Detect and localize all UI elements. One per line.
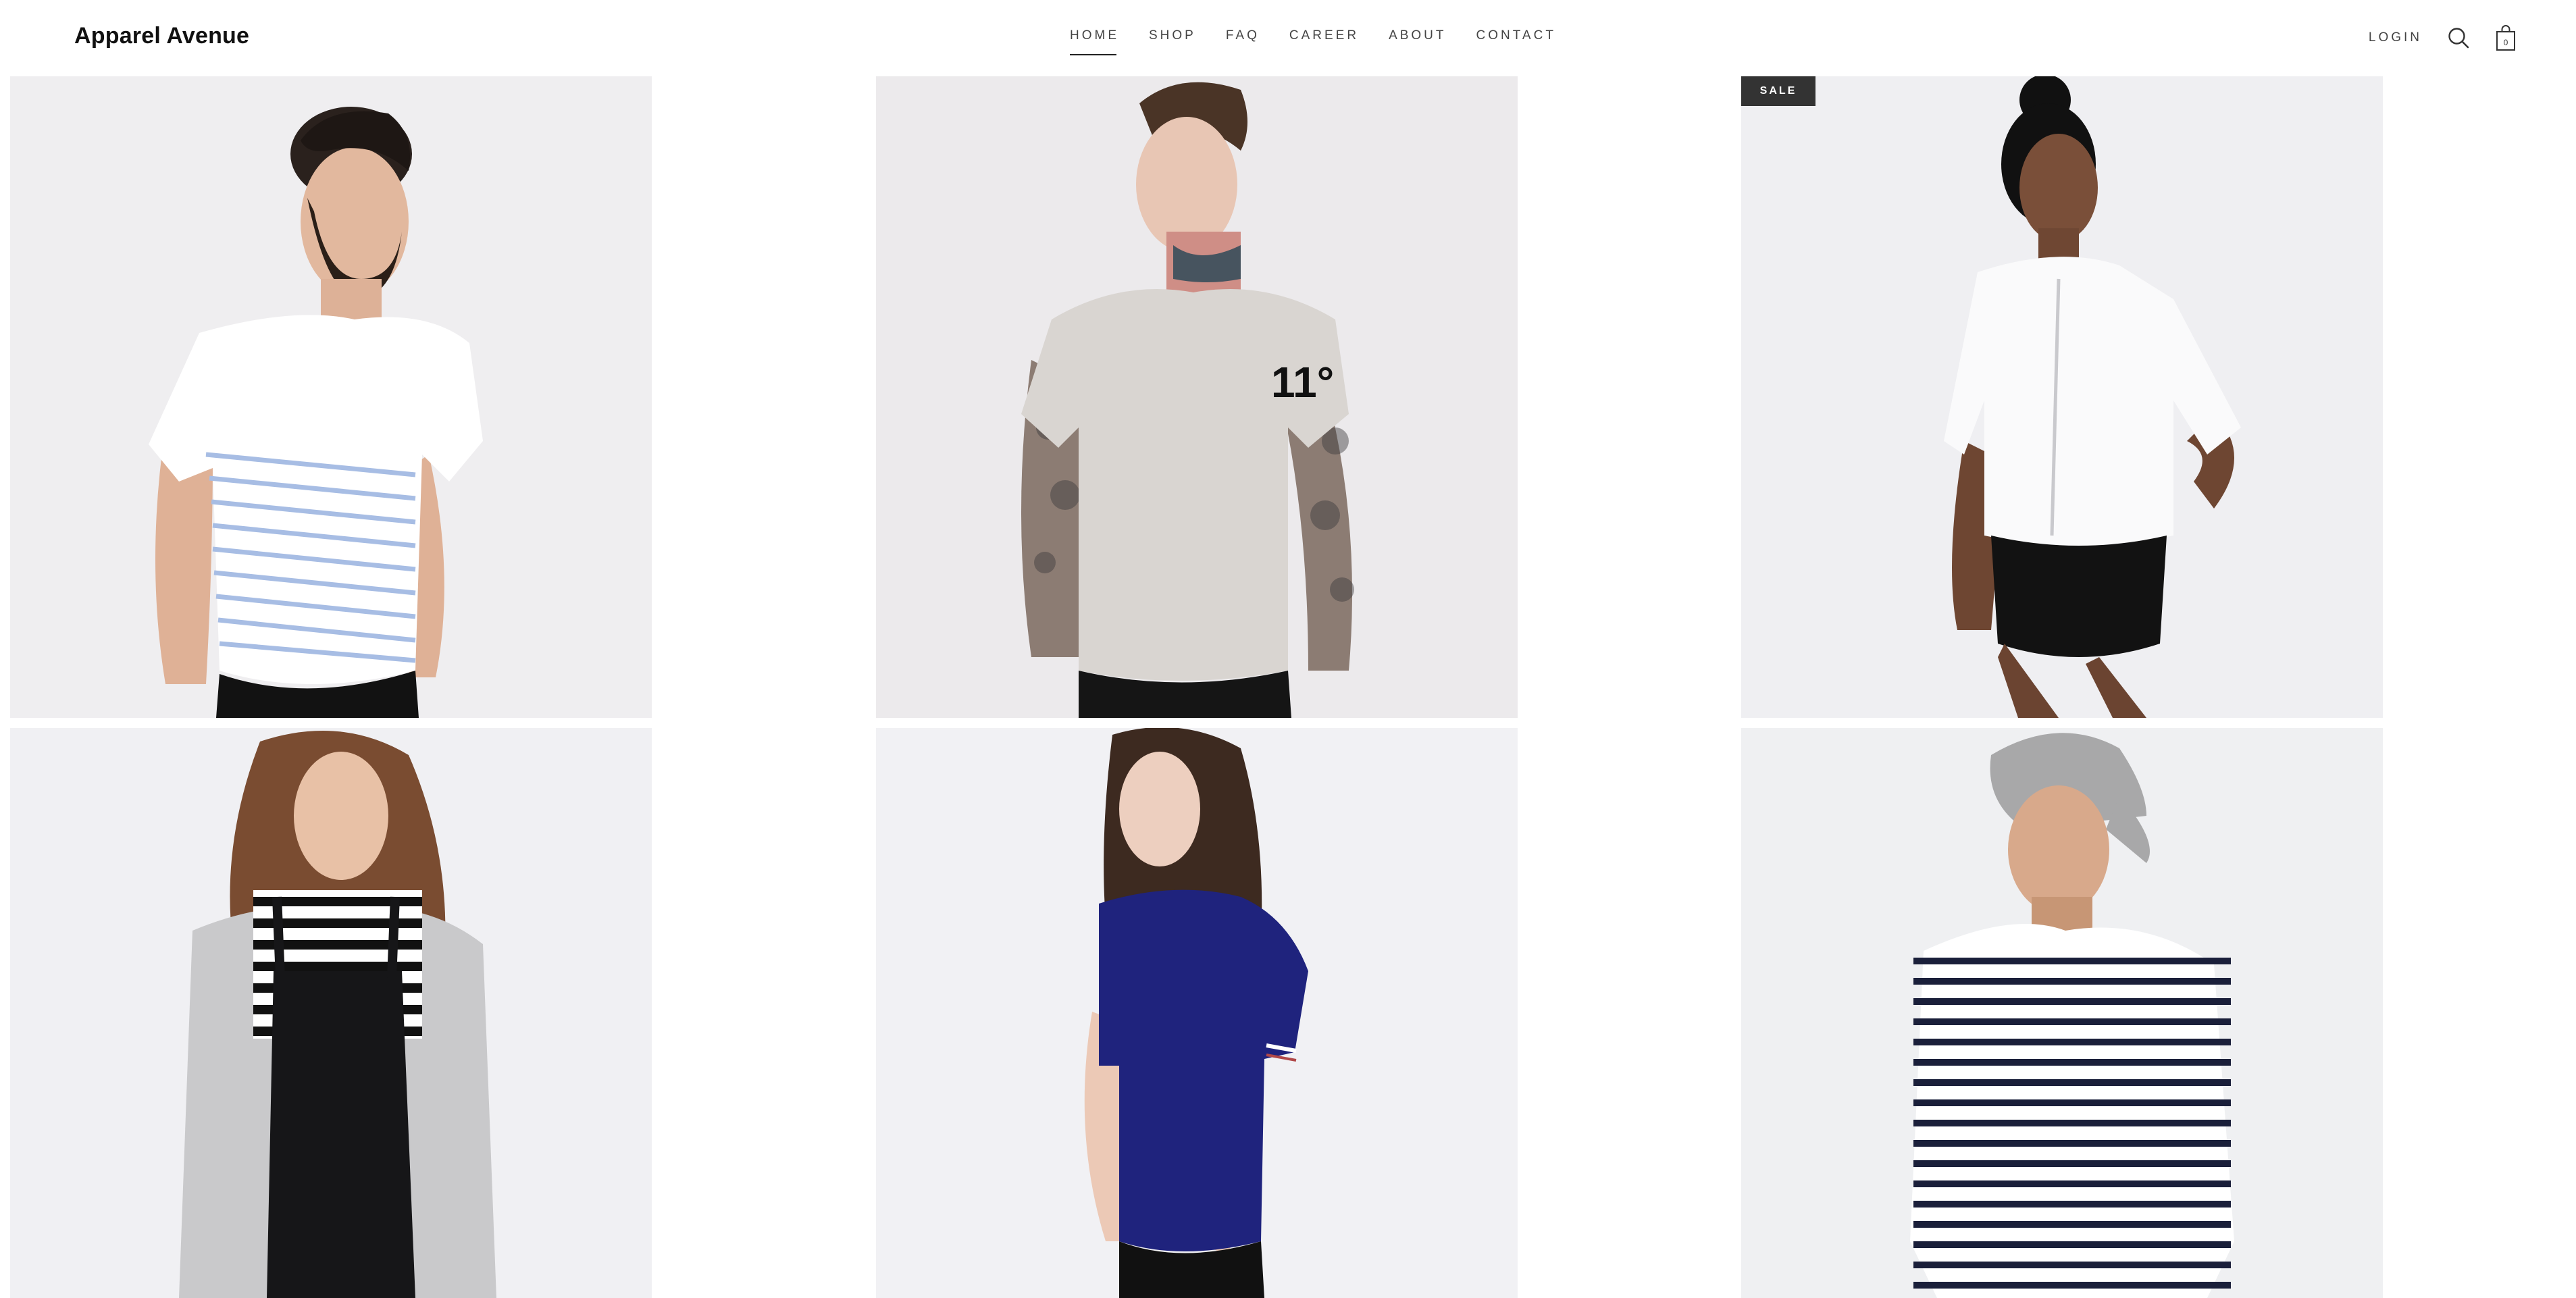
header-actions: LOGIN 0 (2369, 23, 2519, 53)
login-link[interactable]: LOGIN (2369, 30, 2422, 45)
nav-item-career[interactable]: CAREER (1289, 28, 1359, 55)
product-card[interactable] (10, 728, 652, 1298)
product-image: 11° (876, 76, 1518, 718)
product-card[interactable] (10, 76, 652, 718)
product-card[interactable] (1741, 728, 2383, 1298)
nav-item-faq[interactable]: FAQ (1226, 28, 1260, 55)
main-nav: HOME SHOP FAQ CAREER ABOUT CONTACT (1070, 28, 1586, 55)
cart-button[interactable]: 0 (2492, 23, 2519, 53)
search-icon (2448, 28, 2469, 49)
shopping-bag-icon: 0 (2496, 25, 2515, 51)
nav-item-home[interactable]: HOME (1070, 28, 1119, 55)
product-image (10, 76, 652, 718)
nav-item-about[interactable]: ABOUT (1389, 28, 1446, 55)
search-button[interactable] (2445, 23, 2472, 53)
nav-item-shop[interactable]: SHOP (1149, 28, 1196, 55)
product-card[interactable]: 11° (876, 76, 1518, 718)
svg-text:11°: 11° (1271, 358, 1334, 407)
sale-badge: SALE (1741, 76, 1815, 106)
cart-count: 0 (2504, 38, 2508, 47)
product-card[interactable]: SALE (1741, 76, 2383, 718)
nav-item-contact[interactable]: CONTACT (1476, 28, 1556, 55)
product-image (1741, 728, 2383, 1298)
brand-logo[interactable]: Apparel Avenue (74, 23, 249, 49)
site-header: Apparel Avenue HOME SHOP FAQ CAREER ABOU… (0, 0, 2576, 76)
product-image (1741, 76, 2383, 718)
product-card[interactable] (876, 728, 1518, 1298)
product-image (876, 728, 1518, 1298)
product-image (10, 728, 652, 1298)
